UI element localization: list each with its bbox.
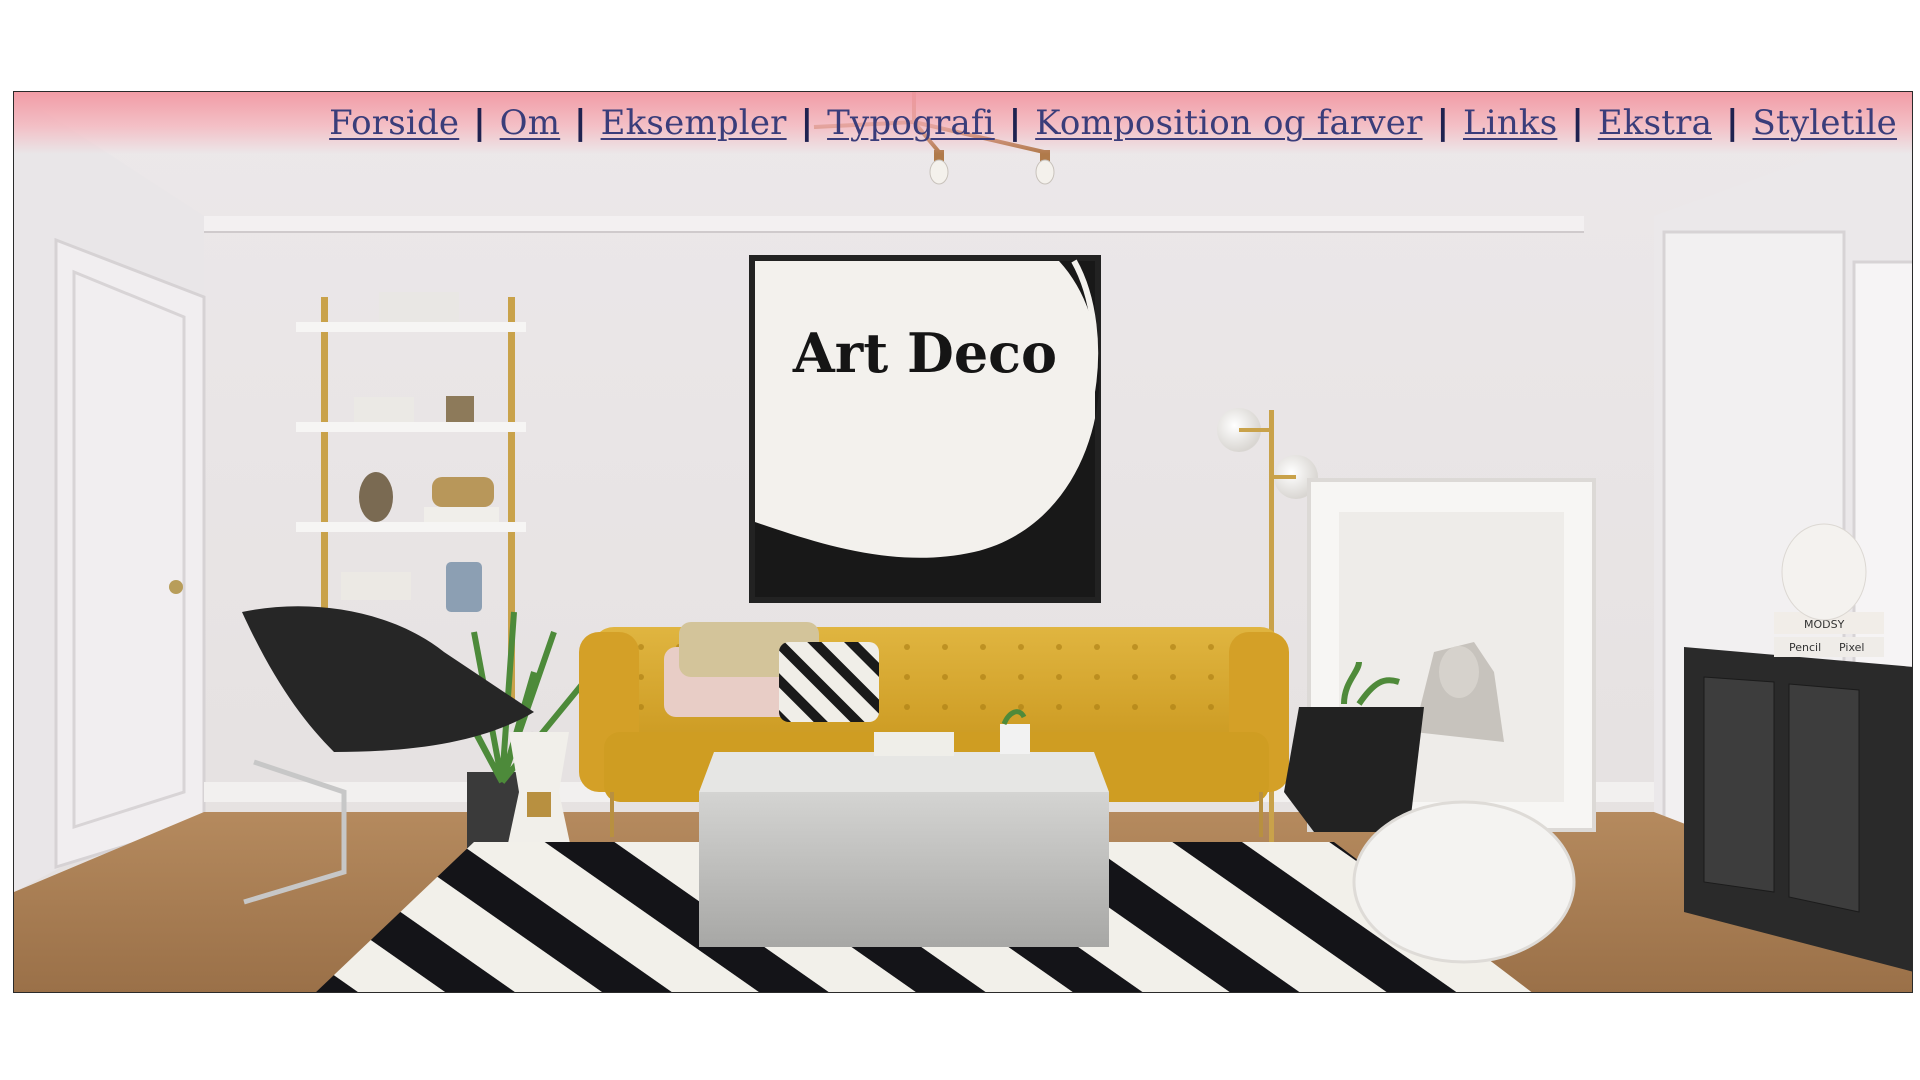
nav-link-styletile[interactable]: Styletile (1753, 103, 1898, 143)
ceiling-molding (204, 216, 1584, 232)
nav-separator: | (800, 103, 814, 143)
box-label-pencil: Pencil (1789, 641, 1821, 654)
nav-link-om[interactable]: Om (500, 103, 561, 143)
art-deco-poster: Art Deco (749, 255, 1101, 603)
living-room-illustration: Art Deco MODSY Pencil Pixel (14, 92, 1912, 992)
door-knob (169, 580, 183, 594)
nav-separator: | (1436, 103, 1449, 143)
striped-pillow (779, 642, 879, 722)
black-side-table (1284, 707, 1424, 832)
nav-link-forside[interactable]: Forside (329, 103, 459, 143)
main-navigation: Forside | Om | Eksempler | Typografi | K… (14, 92, 1912, 154)
nav-separator: | (1571, 103, 1584, 143)
nav-separator: | (1008, 103, 1022, 143)
nav-link-eksempler[interactable]: Eksempler (601, 103, 787, 143)
hero-banner: Art Deco MODSY Pencil Pixel Forside | Om… (13, 91, 1913, 993)
box-label-pixel: Pixel (1839, 641, 1864, 654)
page: Art Deco MODSY Pencil Pixel Forside | Om… (0, 0, 1920, 1080)
poster-title: Art Deco (792, 321, 1057, 385)
nav-link-komposition-og-farver[interactable]: Komposition og farver (1035, 103, 1422, 143)
door (54, 237, 206, 870)
nav-separator: | (574, 103, 587, 143)
nav-separator: | (473, 103, 486, 143)
nav-link-typografi[interactable]: Typografi (827, 103, 995, 143)
white-pouf (1352, 800, 1576, 964)
nav-link-links[interactable]: Links (1463, 103, 1557, 143)
nav-separator: | (1726, 103, 1739, 143)
nav-link-ekstra[interactable]: Ekstra (1598, 103, 1712, 143)
